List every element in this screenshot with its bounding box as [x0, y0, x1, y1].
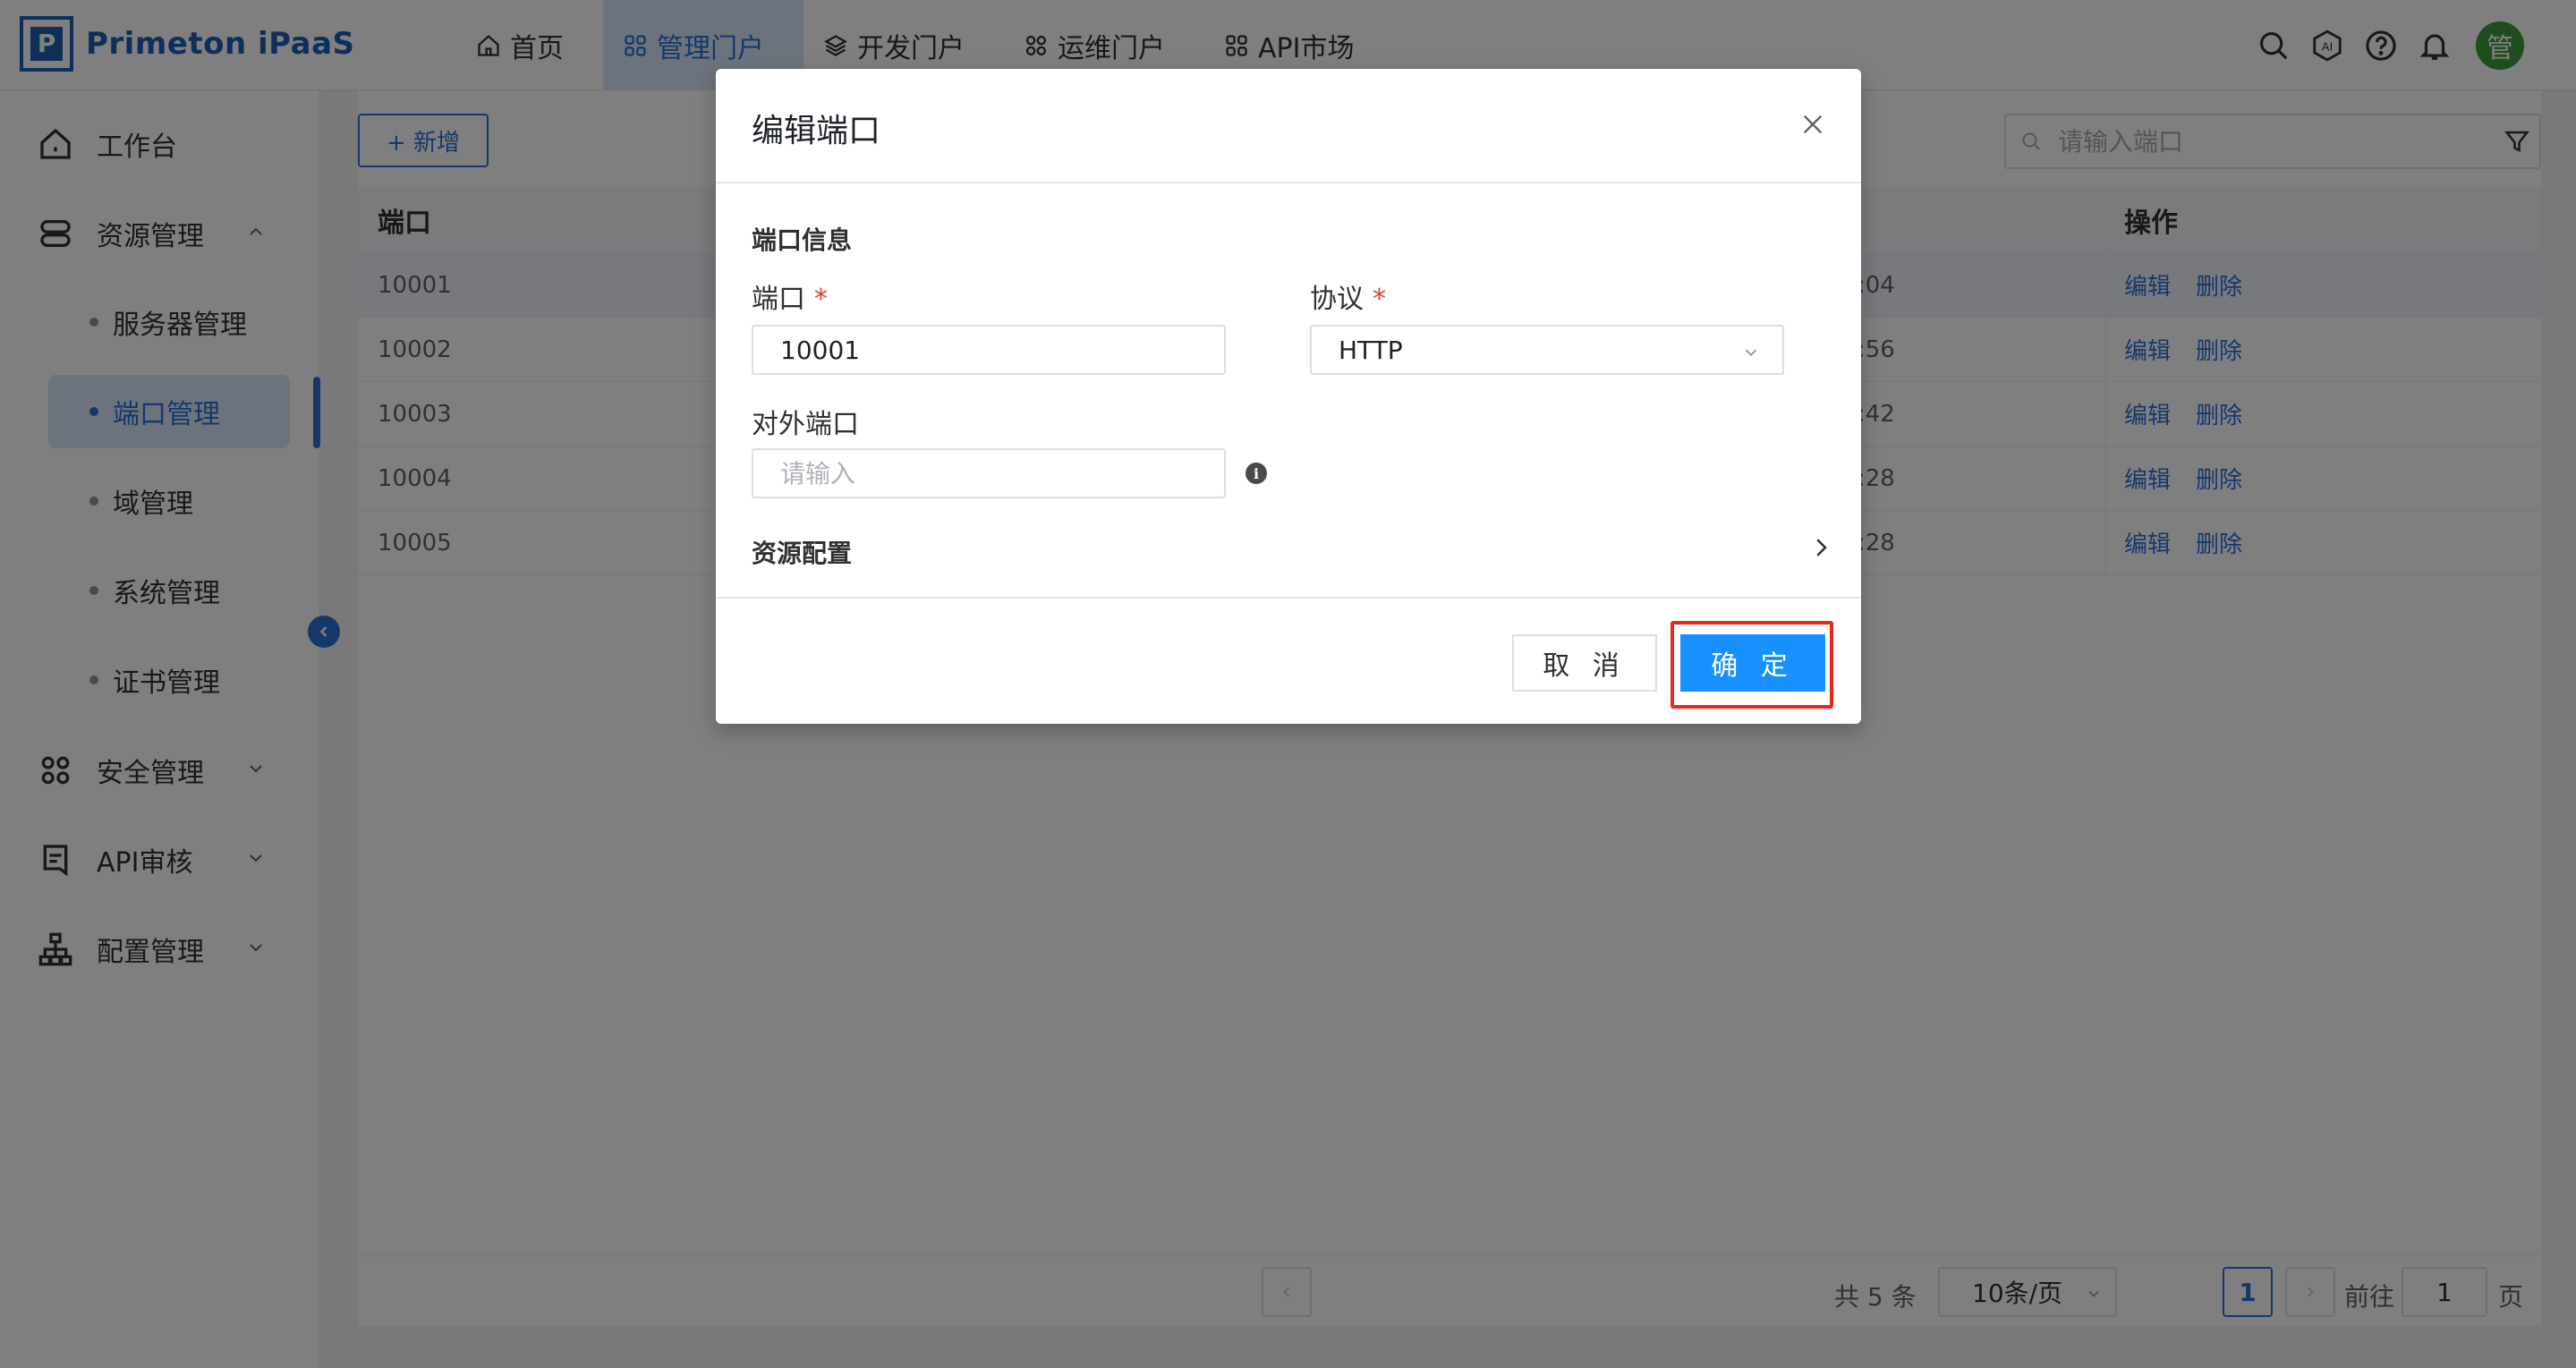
required-mark: * [1373, 284, 1386, 315]
protocol-value: HTTP [1339, 335, 1403, 365]
chevron-down-icon [1745, 349, 1757, 357]
cancel-button[interactable]: 取 消 [1512, 634, 1657, 692]
edit-port-dialog: 编辑端口 端口信息 端口 * 协议 * HTTP 对外端口 i 资源配置 取 消 确… [716, 69, 1861, 724]
required-mark: * [814, 284, 828, 315]
resource-config-toggle[interactable]: 资源配置 [752, 527, 1834, 572]
confirm-button[interactable]: 确 定 [1680, 634, 1825, 692]
protocol-field-label: 协议 * [1310, 276, 1386, 316]
protocol-label-text: 协议 [1310, 284, 1364, 315]
protocol-select[interactable]: HTTP [1310, 325, 1784, 375]
chevron-right-icon [1816, 539, 1827, 557]
close-button[interactable] [1791, 103, 1834, 146]
dialog-header: 编辑端口 [716, 69, 1861, 183]
port-field-label: 端口 * [752, 276, 828, 316]
close-icon [1803, 115, 1823, 134]
port-input[interactable] [752, 325, 1226, 375]
external-port-input[interactable] [752, 448, 1226, 498]
external-port-label: 对外端口 [752, 409, 859, 440]
section-title: 端口信息 [752, 225, 853, 255]
info-icon[interactable]: i [1245, 463, 1267, 484]
resource-config-label: 资源配置 [752, 539, 853, 568]
port-label-text: 端口 [752, 284, 805, 315]
dialog-title: 编辑端口 [752, 113, 881, 149]
footer-divider [716, 597, 1861, 599]
